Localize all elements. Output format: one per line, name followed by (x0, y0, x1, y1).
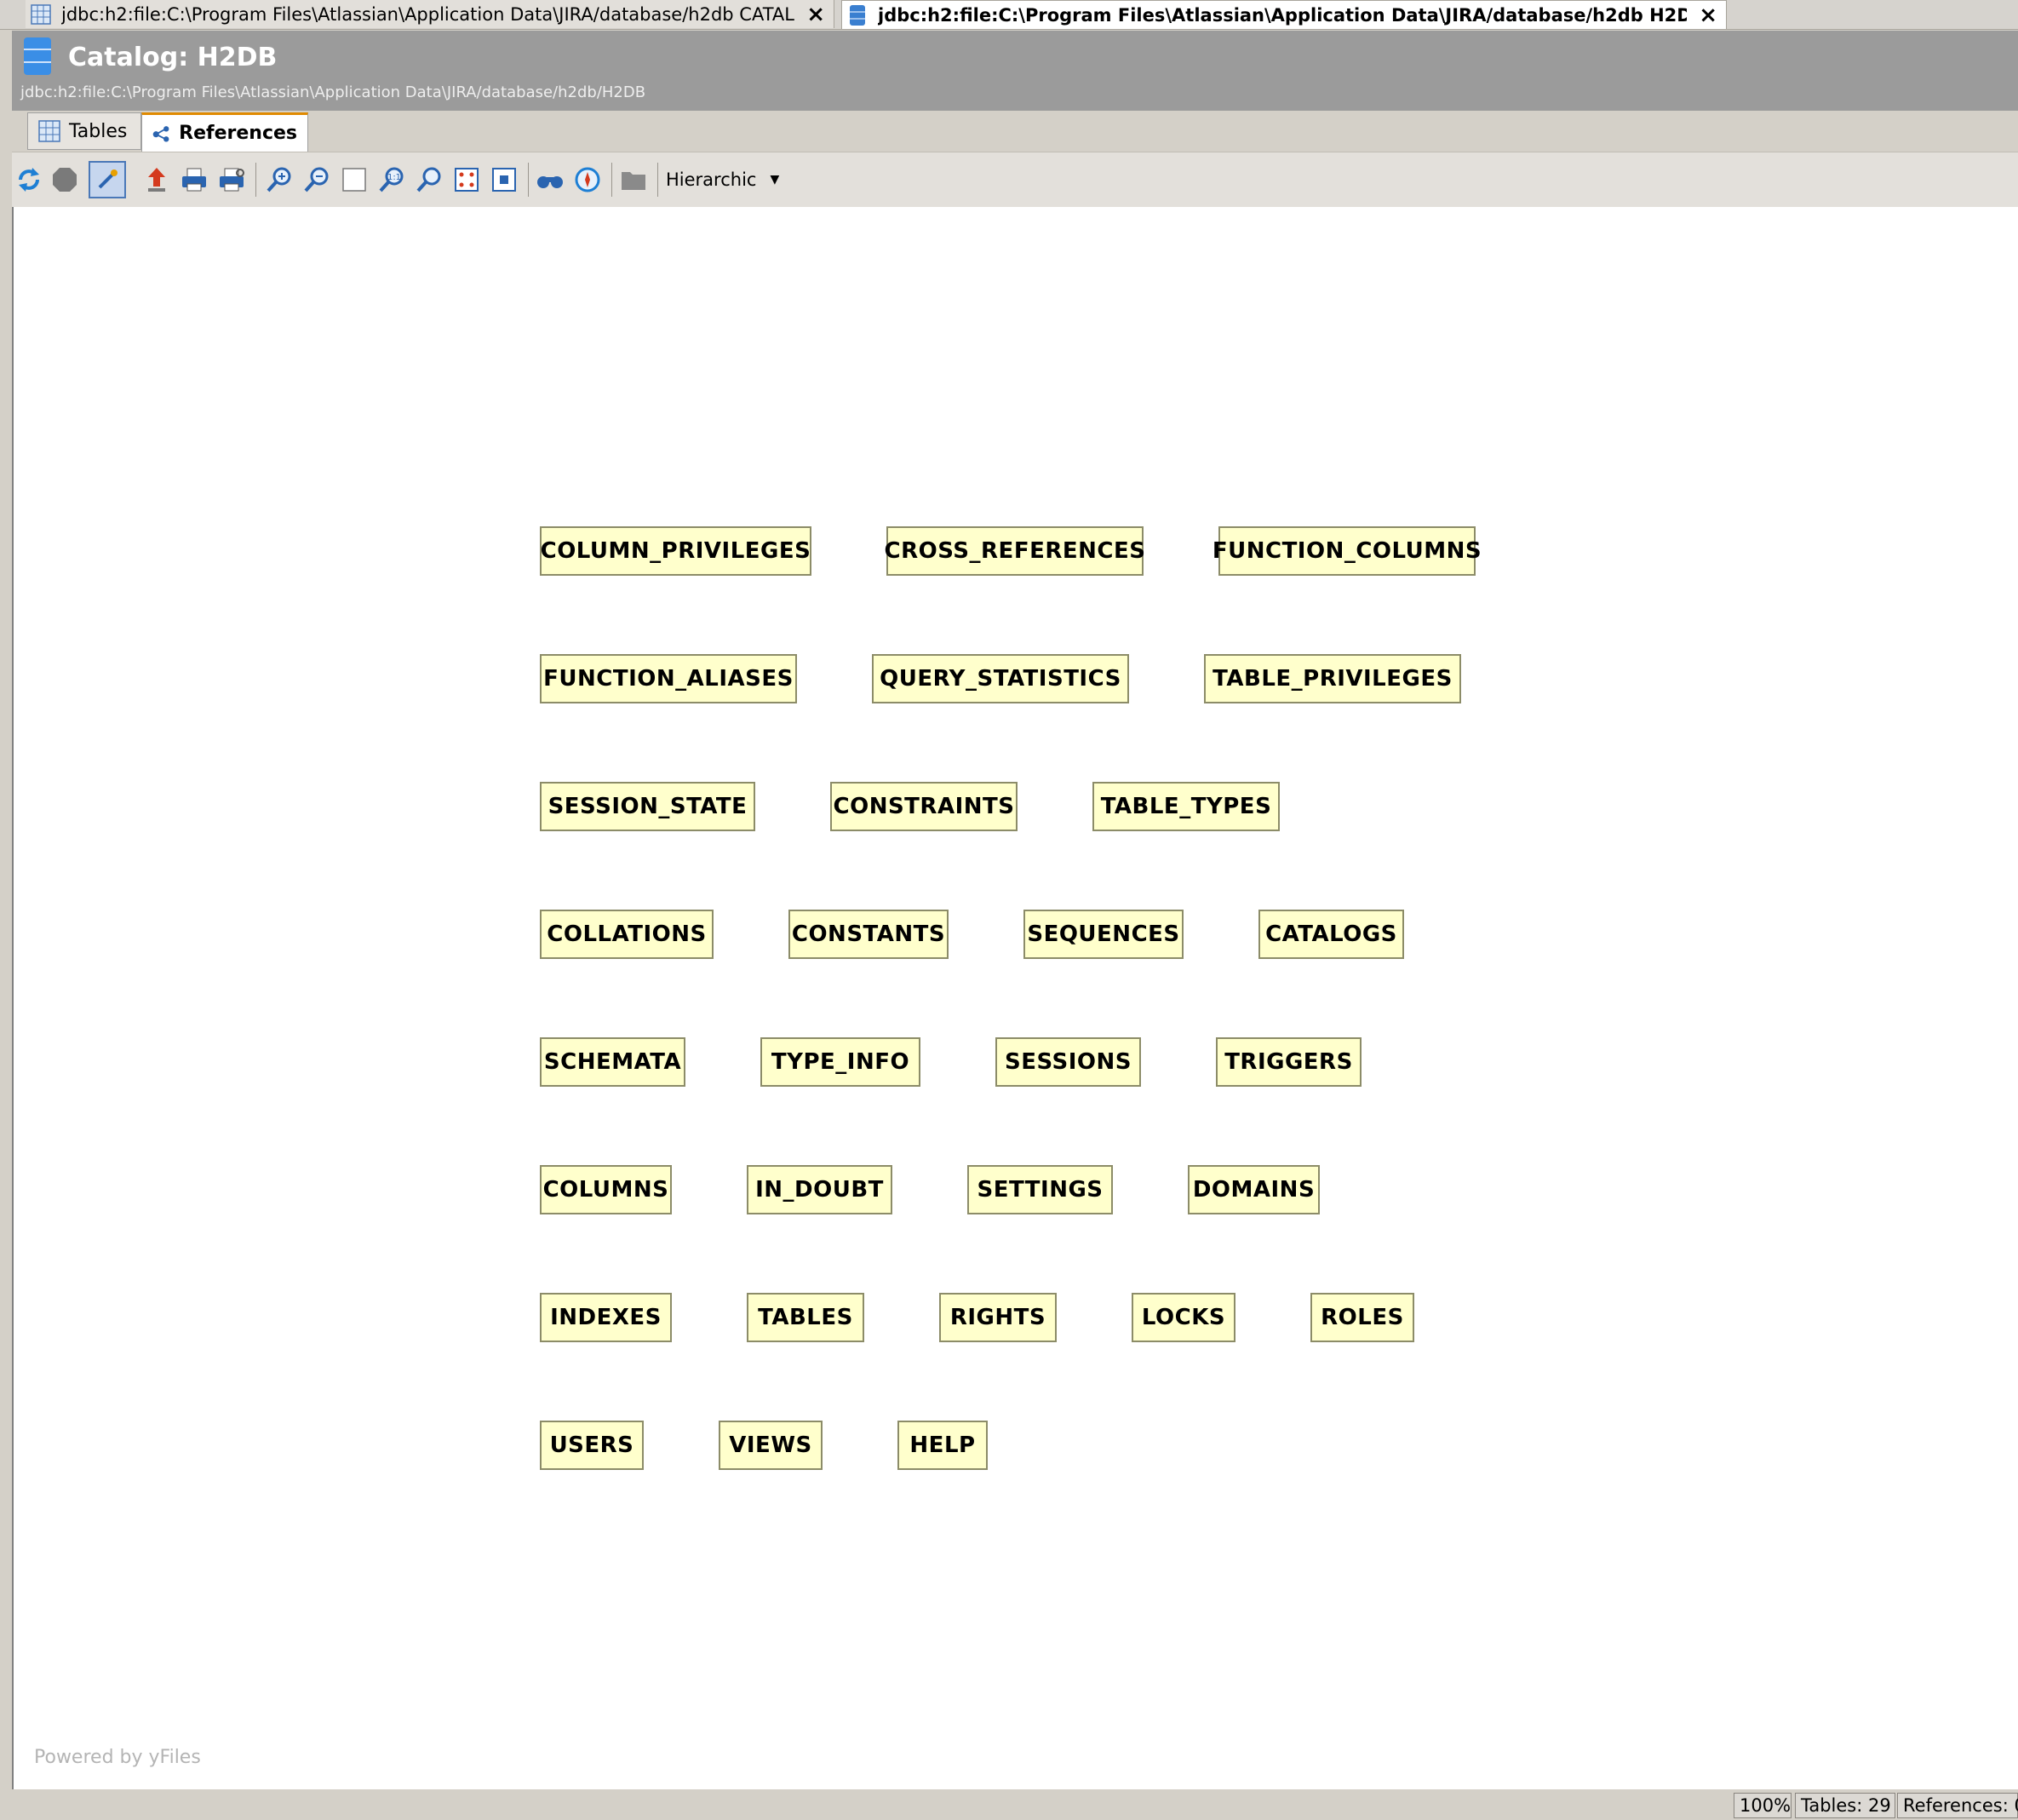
stop-icon (53, 168, 77, 192)
doc-tab-label: jdbc:h2:file:C:\Program Files\Atlassian\… (61, 3, 795, 25)
table-node-domains[interactable]: DOMAINS (1188, 1165, 1320, 1214)
table-node-constraints[interactable]: CONSTRAINTS (830, 782, 1018, 831)
print-icon (182, 168, 206, 192)
tab-tables[interactable]: Tables (27, 112, 141, 150)
find-button[interactable] (535, 164, 565, 195)
zoom-out-button[interactable] (301, 164, 332, 195)
print-button[interactable] (179, 164, 209, 195)
table-node-constants[interactable]: CONSTANTS (788, 910, 949, 959)
document-tab-strip: jdbc:h2:file:C:\Program Files\Atlassian\… (0, 0, 2018, 30)
navigator-icon (575, 167, 600, 192)
references-diagram-canvas[interactable]: Powered by yFiles COLUMN_PRIVILEGES CROSS… (12, 207, 2018, 1791)
zoom-button[interactable] (414, 164, 444, 195)
toolbar-separator (611, 163, 612, 197)
folder-button[interactable] (618, 164, 649, 195)
fit-selection-button[interactable] (489, 164, 519, 195)
tab-references[interactable]: References (141, 112, 308, 152)
toolbar-separator (528, 163, 529, 197)
table-node-views[interactable]: VIEWS (719, 1421, 823, 1470)
edit-mode-button[interactable] (89, 161, 126, 198)
doc-tab-catalogs[interactable]: jdbc:h2:file:C:\Program Files\Atlassian\… (26, 0, 834, 28)
table-node-tables[interactable]: TABLES (747, 1293, 864, 1342)
table-node-function-aliases[interactable]: FUNCTION_ALIASES (540, 654, 797, 703)
table-node-function-columns[interactable]: FUNCTION_COLUMNS (1213, 526, 1482, 576)
refresh-button[interactable] (14, 164, 44, 195)
toolbar-separator (657, 163, 658, 197)
table-node-session-state[interactable]: SESSION_STATE (540, 782, 755, 831)
stop-button[interactable] (49, 164, 80, 195)
table-node-columns[interactable]: COLUMNS (540, 1165, 672, 1214)
diagram-toolbar: 1:1 Hierarchic ▼ (12, 152, 2018, 208)
view-tab-bar: Tables References (12, 111, 2018, 152)
fit-content-icon (455, 168, 479, 192)
close-icon[interactable]: × (1699, 3, 1717, 28)
database-icon (850, 4, 865, 26)
table-node-triggers[interactable]: TRIGGERS (1216, 1037, 1362, 1087)
table-node-table-privileges[interactable]: TABLE_PRIVILEGES (1204, 654, 1461, 703)
chevron-down-icon: ▼ (770, 173, 780, 187)
zoom-in-button[interactable] (264, 164, 295, 195)
binoculars-icon (537, 176, 563, 188)
zoom-100-icon: 1:1 (379, 167, 404, 192)
print-preview-icon (220, 168, 244, 192)
doc-tab-label: jdbc:h2:file:C:\Program Files\Atlassian\… (878, 4, 1688, 26)
table-node-help[interactable]: HELP (897, 1421, 988, 1470)
edit-mode-icon (98, 169, 118, 189)
table-node-sessions[interactable]: SESSIONS (995, 1037, 1141, 1087)
close-icon[interactable]: × (806, 2, 825, 27)
doc-tab-h2db[interactable]: jdbc:h2:file:C:\Program Files\Atlassian\… (841, 0, 1727, 29)
print-preview-button[interactable] (216, 164, 247, 195)
table-node-sequences[interactable]: SEQUENCES (1023, 910, 1184, 959)
catalog-header: Catalog: H2DB jdbc:h2:file:C:\Program Fi… (12, 31, 2018, 111)
page-title: Catalog: H2DB (68, 43, 278, 72)
table-node-settings[interactable]: SETTINGS (967, 1165, 1113, 1214)
table-node-collations[interactable]: COLLATIONS (540, 910, 714, 959)
references-icon (152, 125, 169, 142)
table-node-users[interactable]: USERS (540, 1421, 644, 1470)
table-node-query-statistics[interactable]: QUERY_STATISTICS (872, 654, 1129, 703)
layout-select-value: Hierarchic (666, 169, 757, 190)
powered-by-watermark: Powered by yFiles (34, 1747, 201, 1768)
svg-text:1:1: 1:1 (387, 173, 401, 182)
table-node-table-types[interactable]: TABLE_TYPES (1092, 782, 1280, 831)
status-bar: 100% Tables: 29 References: 0 (0, 1789, 2018, 1820)
navigator-button[interactable] (572, 164, 603, 195)
select-area-button[interactable] (339, 164, 370, 195)
export-button[interactable] (141, 164, 172, 195)
table-node-type-info[interactable]: TYPE_INFO (760, 1037, 920, 1087)
database-icon (24, 37, 51, 75)
fit-selection-icon (492, 168, 516, 192)
status-table-count: Tables: 29 (1795, 1793, 1895, 1818)
table-node-catalogs[interactable]: CATALOGS (1258, 910, 1404, 959)
zoom-100-button[interactable]: 1:1 (376, 164, 407, 195)
tab-references-label: References (179, 123, 297, 144)
status-zoom: 100% (1734, 1793, 1792, 1818)
table-node-rights[interactable]: RIGHTS (939, 1293, 1057, 1342)
table-grid-icon (31, 3, 51, 25)
connection-url: jdbc:h2:file:C:\Program Files\Atlassian\… (20, 83, 646, 101)
zoom-in-icon (267, 167, 291, 192)
table-node-indexes[interactable]: INDEXES (540, 1293, 672, 1342)
export-icon (148, 168, 165, 192)
fit-content-button[interactable] (451, 164, 482, 195)
table-node-in-doubt[interactable]: IN_DOUBT (747, 1165, 892, 1214)
table-node-roles[interactable]: ROLES (1310, 1293, 1414, 1342)
status-reference-count: References: 0 (1897, 1793, 2018, 1818)
table-node-column-privileges[interactable]: COLUMN_PRIVILEGES (540, 526, 811, 576)
zoom-out-icon (304, 167, 329, 192)
select-area-icon (342, 168, 366, 192)
zoom-icon (416, 167, 441, 192)
folder-icon (622, 172, 645, 190)
left-edge-panel (0, 31, 12, 1789)
tab-tables-label: Tables (69, 120, 128, 142)
table-node-locks[interactable]: LOCKS (1132, 1293, 1235, 1342)
toolbar-separator (255, 163, 256, 197)
layout-select[interactable]: Hierarchic ▼ (666, 166, 779, 193)
table-grid-icon (38, 120, 60, 142)
refresh-icon (19, 168, 39, 192)
table-node-cross-references[interactable]: CROSS_REFERENCES (885, 526, 1145, 576)
table-node-schemata[interactable]: SCHEMATA (540, 1037, 685, 1087)
